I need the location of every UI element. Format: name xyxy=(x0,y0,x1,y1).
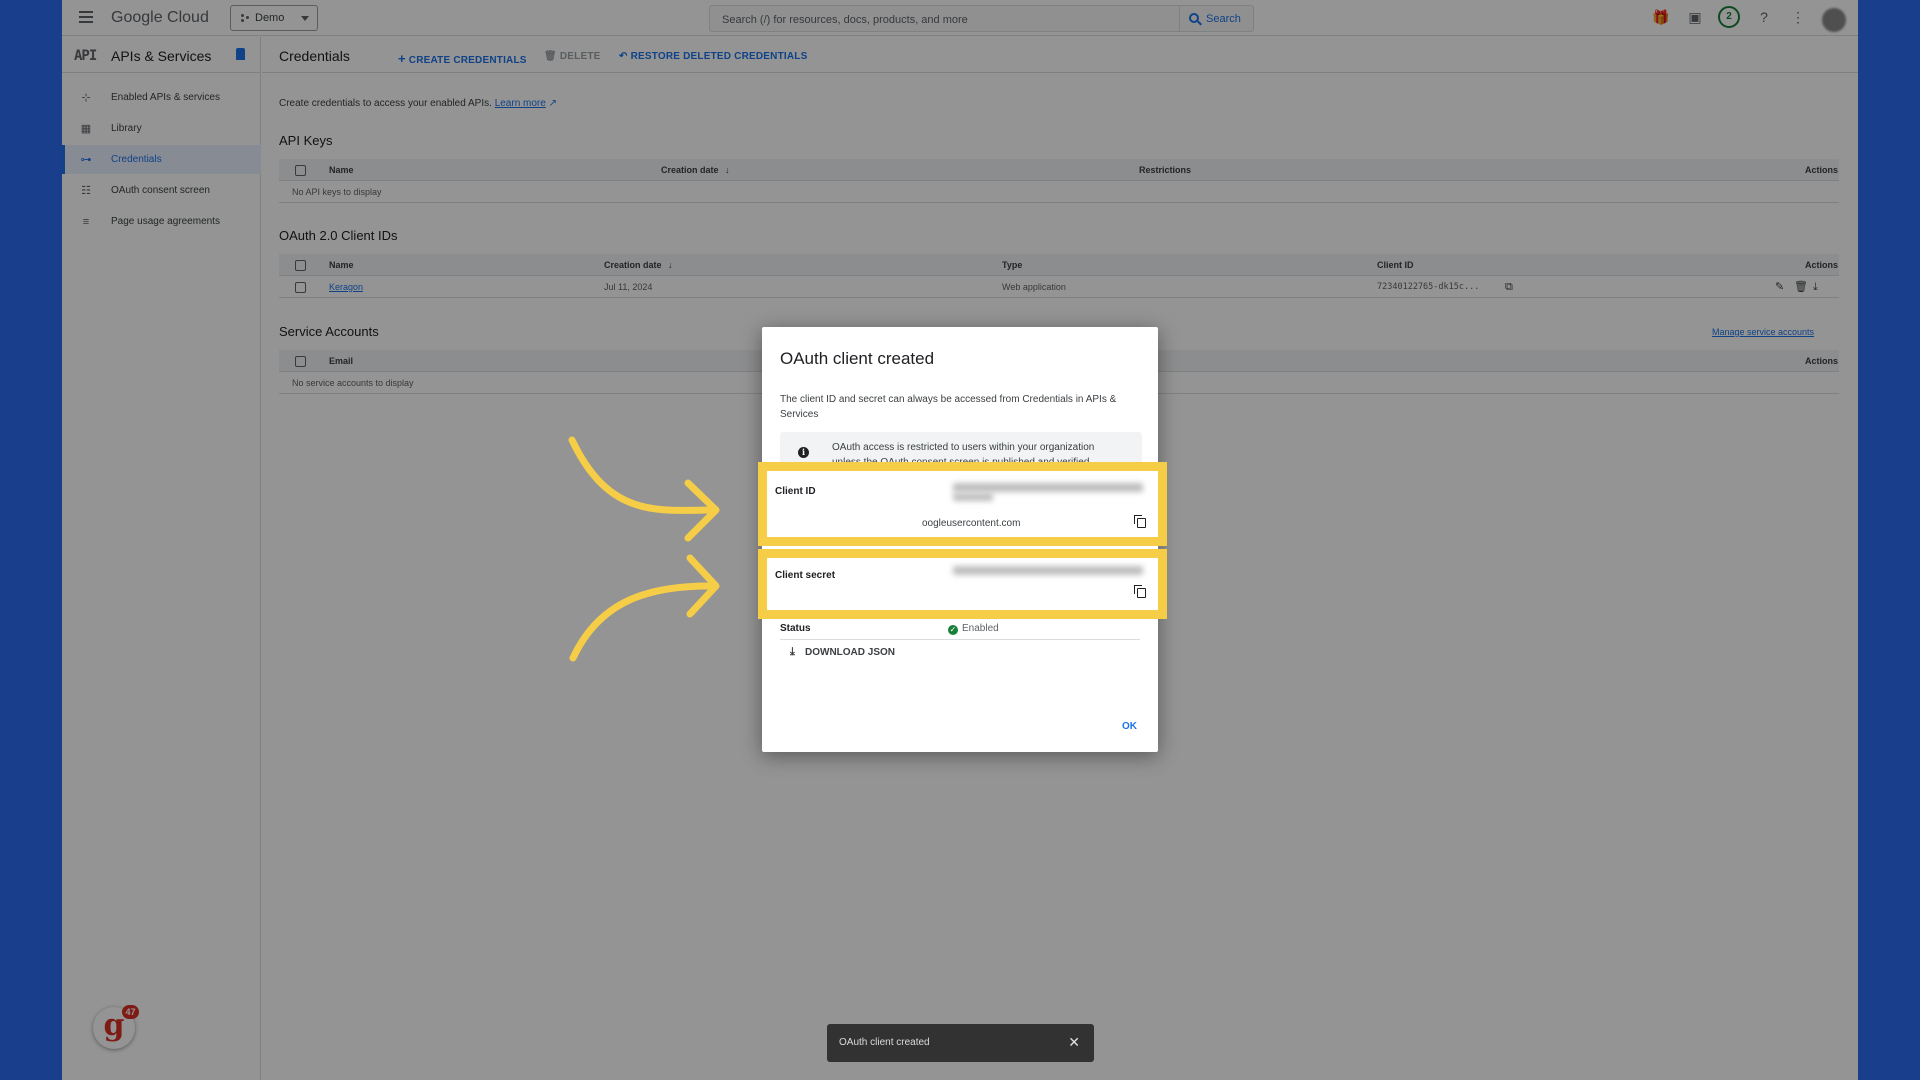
snackbar-message: OAuth client created xyxy=(839,1037,930,1048)
arrow-to-client-secret xyxy=(569,582,719,662)
snackbar: OAuth client created ✕ xyxy=(827,1024,1094,1062)
annotation-arrows xyxy=(568,436,720,662)
arrow-to-client-id xyxy=(568,436,719,514)
close-icon[interactable]: ✕ xyxy=(1068,1034,1080,1051)
